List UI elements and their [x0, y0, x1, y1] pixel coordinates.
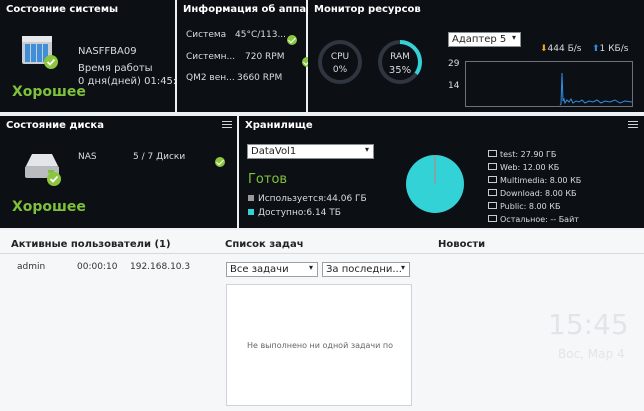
task-filter-value: Все задачи: [230, 264, 289, 275]
disk-status-panel: Состояние диска NAS 5 / 7 Диски Хорошее: [0, 116, 237, 228]
disk-count: 5 / 7 Диски: [133, 152, 186, 162]
hw-row-label: QM2 вен...: [186, 73, 235, 83]
storage-pie-chart: [406, 155, 464, 213]
hw-row-value: 3660 RPM: [237, 73, 283, 83]
user-session-time: 00:00:10: [77, 262, 118, 272]
panel-title: Состояние системы: [6, 4, 119, 15]
ok-check-icon: [215, 157, 225, 167]
chart-y-max: 29: [448, 59, 460, 69]
system-status-panel: Состояние системы NASFFBA09 Время работы…: [0, 0, 189, 112]
ram-gauge: [378, 40, 422, 84]
share-item: Download: 8.00 КБ: [488, 189, 577, 198]
ram-label: RAM: [390, 52, 410, 62]
ok-check-icon: [287, 35, 297, 45]
chevron-down-icon: ▾: [400, 263, 405, 272]
cpu-label: CPU: [330, 52, 350, 62]
task-list-title: Список задач: [225, 239, 304, 250]
hw-row-label: Система: [186, 30, 227, 40]
download-rate: ⬇444 Б/s: [540, 44, 582, 54]
user-name: admin: [17, 262, 46, 272]
folder-icon: [488, 202, 497, 209]
storage-panel: Хранилище DataVol1 ▾ Готов Используется:4…: [239, 116, 644, 228]
active-users-title: Активные пользователи (1): [11, 239, 171, 250]
share-item: Остальное: -- Байт: [488, 215, 579, 224]
disk-health: Хорошее: [12, 199, 86, 215]
download-arrow-icon: ⬇: [540, 44, 548, 54]
folder-icon: [488, 215, 497, 222]
news-title: Новости: [438, 239, 486, 250]
share-item: Web: 12.00 КБ: [488, 163, 559, 172]
chevron-down-icon: ▾: [308, 263, 313, 272]
upload-rate: ⬆1 КБ/s: [592, 44, 629, 54]
task-empty-message: Не выполнено ни одной задачи по: [246, 341, 394, 350]
folder-icon: [488, 176, 497, 183]
section-divider: [0, 253, 644, 254]
user-ip: 192.168.10.3: [130, 262, 191, 272]
uptime-value: 0 дня(дней) 01:45:09: [78, 76, 190, 87]
hw-row-label: Системн...: [186, 52, 236, 62]
used-swatch: [248, 195, 254, 201]
hw-row-value: 45°C/113...: [235, 30, 287, 40]
task-period-select[interactable]: За последни... ▾: [322, 262, 410, 277]
share-item: Public: 8.00 КБ: [488, 202, 560, 211]
share-item: test: 27.90 ГБ: [488, 150, 556, 159]
legend-free: Доступно:6.14 ТБ: [248, 208, 341, 218]
ram-value: 35%: [388, 65, 412, 76]
panel-title: Состояние диска: [6, 120, 104, 131]
nas-device-icon: [18, 32, 60, 70]
share-item: Multimedia: 8.00 КБ: [488, 176, 581, 185]
volume-select[interactable]: DataVol1 ▾: [247, 144, 374, 159]
uptime-label: Время работы: [78, 63, 153, 74]
panel-title: Хранилище: [245, 120, 313, 131]
cpu-value: 0%: [332, 65, 348, 75]
disk-name: NAS: [78, 152, 97, 162]
hw-row-value: 720 RPM: [245, 52, 285, 62]
adapter-select-value: Адаптер 5: [452, 34, 507, 45]
upload-arrow-icon: ⬆: [592, 44, 600, 54]
volume-select-value: DataVol1: [251, 146, 297, 157]
panel-title: Монитор ресурсов: [314, 4, 421, 15]
task-list-box: Не выполнено ни одной задачи по: [226, 284, 412, 406]
chevron-down-icon: ▾: [511, 33, 516, 42]
hardware-info-panel: Информация об аппарат... Система 45°C/11…: [177, 0, 337, 112]
legend-used: Используется:44.06 ГБ: [248, 194, 367, 204]
menu-icon[interactable]: [222, 121, 232, 129]
folder-icon: [488, 189, 497, 196]
task-period-value: За последни...: [326, 264, 402, 275]
bottom-area: Активные пользователи (1) Список задач Н…: [0, 230, 644, 411]
cpu-gauge: [318, 40, 362, 84]
chevron-down-icon: ▾: [364, 145, 369, 154]
clock-time: 15:45: [548, 308, 629, 341]
folder-icon: [488, 163, 497, 170]
resource-monitor-panel: Монитор ресурсов CPU 0% RAM 35% Адаптер …: [308, 0, 644, 112]
free-swatch: [248, 209, 254, 215]
network-traffic-chart: [465, 61, 633, 107]
volume-status: Готов: [248, 172, 288, 187]
adapter-select[interactable]: Адаптер 5 ▾: [448, 32, 521, 47]
menu-icon[interactable]: [628, 121, 638, 129]
system-health: Хорошее: [12, 84, 86, 100]
clock-date: Вос, Мар 4: [558, 347, 625, 361]
chart-y-mid: 14: [448, 81, 460, 91]
folder-icon: [488, 150, 497, 157]
disk-drive-icon: [20, 148, 64, 188]
host-name: NASFFBA09: [78, 46, 137, 57]
task-filter-select[interactable]: Все задачи ▾: [226, 262, 318, 277]
